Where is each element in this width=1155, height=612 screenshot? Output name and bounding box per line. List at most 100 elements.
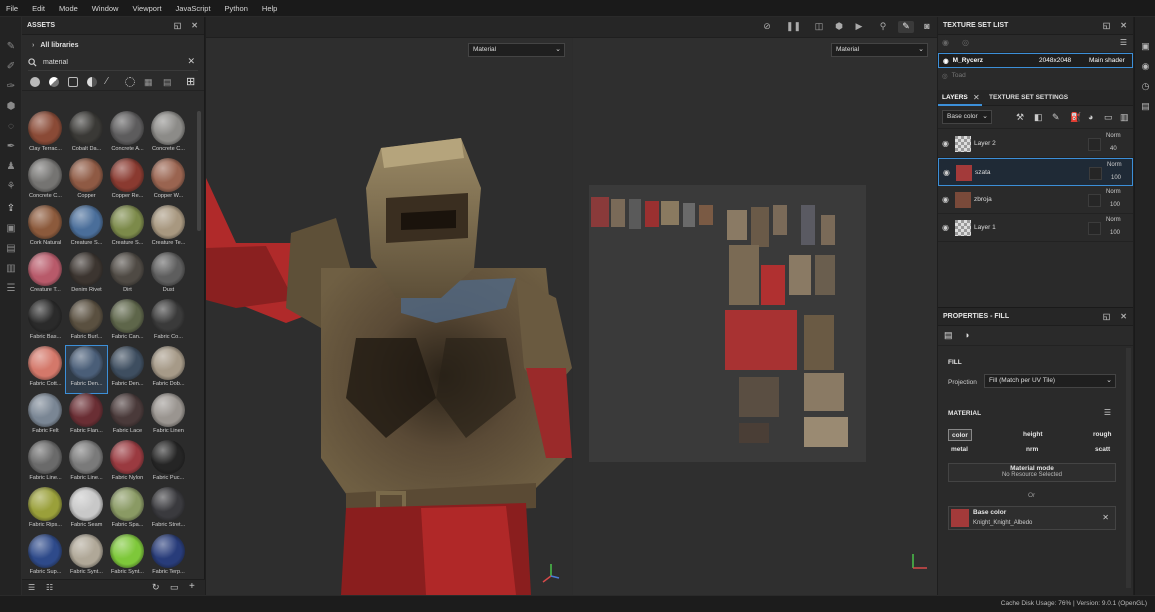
refresh-icon[interactable]: ↻ bbox=[152, 582, 160, 593]
layer-opacity[interactable]: 40 bbox=[1110, 146, 1117, 152]
menu-viewport[interactable]: Viewport bbox=[132, 4, 161, 13]
close-icon[interactable]: ✕ bbox=[1120, 21, 1127, 30]
material-tile[interactable]: Fabric Terp... bbox=[148, 534, 189, 579]
eraser-icon[interactable]: ✐ bbox=[5, 61, 17, 73]
viewport-2d-uv[interactable]: Material ⌄ bbox=[573, 38, 937, 595]
visibility-icon[interactable]: ◉ bbox=[942, 38, 949, 47]
add-effect-icon[interactable]: ⚒ bbox=[1016, 112, 1024, 123]
eye-icon[interactable]: ◉ bbox=[942, 139, 949, 148]
material-picker-icon[interactable]: ♟ bbox=[5, 161, 17, 173]
mask-slot[interactable] bbox=[1088, 138, 1101, 151]
palette-icon[interactable]: ◕ bbox=[1088, 112, 1093, 122]
geometry-mask-icon[interactable]: ⬢ bbox=[5, 101, 17, 113]
close-icon[interactable]: ✕ bbox=[1120, 312, 1127, 321]
texture-set-item[interactable]: ◉ M_Rycerz 2048x2048 Main shader bbox=[938, 53, 1133, 68]
filter-smart-materials-icon[interactable] bbox=[49, 76, 59, 87]
material-tile[interactable]: Fabric Burl... bbox=[66, 299, 107, 346]
mask-slot[interactable] bbox=[1088, 194, 1101, 207]
menu-icon[interactable]: ☰ bbox=[1120, 38, 1127, 47]
material-tile[interactable]: Creature S... bbox=[107, 205, 148, 252]
log-icon[interactable]: ▤ bbox=[1140, 101, 1151, 112]
blend-mode[interactable]: Norm bbox=[1107, 162, 1122, 168]
mask-slot[interactable] bbox=[1088, 222, 1101, 235]
layer-row[interactable]: ◉ Layer 2 Norm 40 bbox=[938, 130, 1133, 158]
grid-view-icon[interactable]: ⊞ bbox=[186, 76, 198, 87]
remove-resource-icon[interactable]: ✕ bbox=[1102, 513, 1109, 522]
material-tile[interactable]: Copper Re... bbox=[107, 158, 148, 205]
properties-scrollbar[interactable] bbox=[1126, 348, 1131, 588]
eye-icon[interactable]: ◎ bbox=[942, 72, 948, 80]
camera-icon[interactable]: ▶ bbox=[852, 21, 866, 33]
viewport-2d-channel-dropdown[interactable]: Material ⌄ bbox=[831, 43, 928, 57]
menu-help[interactable]: Help bbox=[262, 4, 277, 13]
material-sphere-icon[interactable]: ◑ bbox=[964, 330, 969, 340]
filter-smart-masks-icon[interactable] bbox=[87, 76, 97, 87]
texture-set-shader[interactable]: Main shader bbox=[1089, 57, 1125, 64]
layer-row[interactable]: ◉ Layer 1 Norm 100 bbox=[938, 214, 1133, 242]
eye-icon[interactable]: ◎ bbox=[962, 38, 969, 47]
layer-opacity[interactable]: 100 bbox=[1110, 230, 1120, 236]
brush-mode-icon[interactable]: ✎ bbox=[898, 21, 914, 33]
delete-icon[interactable]: ▥ bbox=[1120, 112, 1129, 123]
layer-opacity[interactable]: 100 bbox=[1111, 175, 1121, 181]
export-icon[interactable]: ⇪ bbox=[5, 203, 17, 215]
filter-brushes-icon[interactable]: ⁄ bbox=[106, 76, 116, 87]
channel-metal-toggle[interactable]: metal bbox=[948, 444, 971, 456]
menu-edit[interactable]: Edit bbox=[32, 4, 45, 13]
filter-textures-icon[interactable] bbox=[68, 76, 78, 87]
close-tab-icon[interactable]: ✕ bbox=[973, 93, 980, 102]
material-tile[interactable]: Dust bbox=[148, 252, 189, 299]
menu-python[interactable]: Python bbox=[225, 4, 248, 13]
undock-icon[interactable]: ◱ bbox=[1103, 21, 1111, 30]
material-tile[interactable]: Fabric Stret... bbox=[148, 487, 189, 534]
layers-stack-icon[interactable]: ☰ bbox=[5, 283, 17, 295]
close-icon[interactable]: ✕ bbox=[191, 21, 198, 30]
pause-icon[interactable]: ❚❚ bbox=[786, 21, 801, 33]
material-tile[interactable]: Copper W... bbox=[148, 158, 189, 205]
menu-window[interactable]: Window bbox=[92, 4, 119, 13]
blend-mode[interactable]: Norm bbox=[1106, 133, 1121, 139]
eye-icon[interactable]: ◉ bbox=[942, 195, 949, 204]
layer-row[interactable]: ◉ zbroja Norm 100 bbox=[938, 186, 1133, 214]
view-mode-icon[interactable]: ◫ bbox=[812, 21, 826, 33]
material-tile[interactable]: Fabric Flan... bbox=[66, 393, 107, 440]
material-tile[interactable]: Fabric Synt... bbox=[107, 534, 148, 579]
material-tile[interactable]: Fabric Can... bbox=[107, 299, 148, 346]
material-tile[interactable]: Creature Te... bbox=[148, 205, 189, 252]
paint-brush-icon[interactable]: ✎ bbox=[5, 41, 17, 53]
smudge-icon[interactable]: ◌ bbox=[5, 121, 17, 133]
material-tile[interactable]: Fabric Den... bbox=[107, 346, 148, 393]
add-paint-layer-icon[interactable]: ✎ bbox=[1052, 112, 1060, 123]
symmetry-icon[interactable]: ⚲ bbox=[876, 21, 890, 33]
document-icon[interactable]: ▥ bbox=[5, 263, 17, 275]
asset-scrollbar[interactable] bbox=[197, 111, 201, 231]
clear-search-icon[interactable]: ✕ bbox=[187, 56, 195, 67]
display-settings-icon[interactable]: ▤ bbox=[5, 243, 17, 255]
filter-environments-icon[interactable]: ▤ bbox=[163, 77, 173, 87]
material-tile[interactable]: Fabric Rips... bbox=[25, 487, 66, 534]
eye-icon[interactable]: ◉ bbox=[943, 168, 950, 177]
menu-javascript[interactable]: JavaScript bbox=[176, 4, 211, 13]
fill-properties-icon[interactable]: ▤ bbox=[944, 330, 953, 341]
material-tile[interactable]: Concrete A... bbox=[107, 111, 148, 158]
sort-icon[interactable]: ☰ bbox=[28, 583, 35, 592]
add-mask-icon[interactable]: ◧ bbox=[1034, 112, 1043, 123]
channel-nrm-toggle[interactable]: nrm bbox=[1023, 444, 1041, 456]
filter-procedurals-icon[interactable]: ▦ bbox=[144, 77, 154, 87]
cube-icon[interactable]: ⬢ bbox=[832, 21, 846, 33]
channel-color-toggle[interactable]: color bbox=[948, 429, 972, 441]
material-tile[interactable]: Creature T... bbox=[25, 252, 66, 299]
material-menu-icon[interactable]: ☰ bbox=[1104, 408, 1111, 417]
breadcrumb[interactable]: › All libraries bbox=[22, 35, 204, 55]
eye-icon[interactable]: ◉ bbox=[943, 57, 949, 65]
add-folder-icon[interactable]: ▭ bbox=[1104, 112, 1113, 123]
polygon-fill-icon[interactable]: ⚘ bbox=[5, 181, 17, 193]
tab-layers[interactable]: LAYERS bbox=[942, 94, 968, 101]
display-settings-icon[interactable]: ◉ bbox=[1140, 61, 1151, 72]
material-tile[interactable]: Fabric Nylon bbox=[107, 440, 148, 487]
material-tile[interactable]: Fabric Spa... bbox=[107, 487, 148, 534]
material-mode-button[interactable]: Material mode No Resource Selected bbox=[948, 463, 1116, 482]
channel-rough-toggle[interactable]: rough bbox=[1090, 429, 1114, 441]
filter-materials-icon[interactable] bbox=[30, 76, 40, 87]
channel-dropdown[interactable]: Base color ⌄ bbox=[942, 110, 992, 124]
